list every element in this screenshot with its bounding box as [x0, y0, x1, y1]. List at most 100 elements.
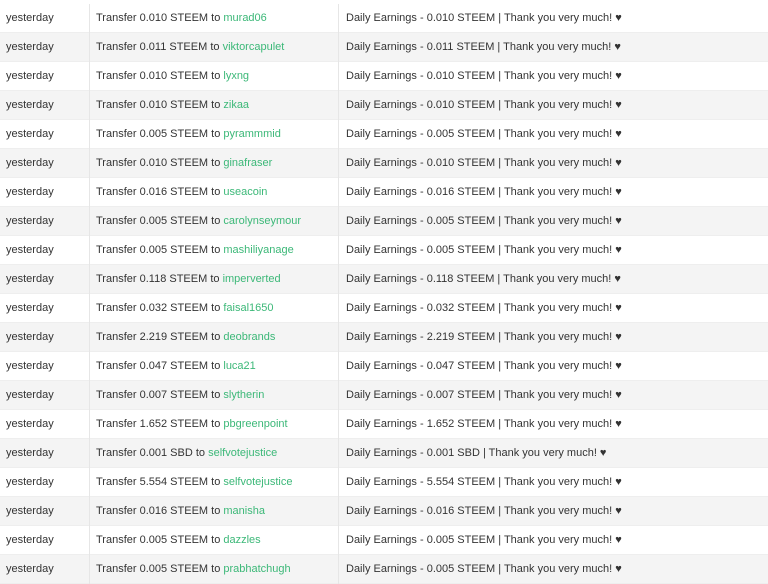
recipient-link[interactable]: useacoin [223, 186, 267, 198]
transfer-memo: Daily Earnings - 0.010 STEEM | Thank you… [346, 156, 622, 169]
transfer-amount-text: Transfer 0.010 STEEM to [96, 98, 224, 111]
table-row: yesterday Transfer 0.005 STEEM to carolyn… [0, 206, 768, 236]
transfer-date: yesterday [0, 293, 90, 323]
table-row: yesterday Transfer 1.652 STEEM to pbgreen… [0, 409, 768, 439]
recipient-link[interactable]: mashiliyanage [223, 244, 293, 256]
transfer-date: yesterday [0, 90, 90, 120]
transfer-date: yesterday [0, 525, 90, 555]
recipient-link[interactable]: carolynseymour [223, 215, 301, 227]
transfer-description: Transfer 0.007 STEEM to slytherin [90, 380, 339, 410]
recipient-link[interactable]: selfvotejustice [208, 447, 277, 459]
transfer-amount-text: Transfer 0.118 STEEM to [96, 272, 223, 285]
transfer-memo: Daily Earnings - 0.010 STEEM | Thank you… [346, 11, 622, 24]
transfer-memo: Daily Earnings - 0.010 STEEM | Thank you… [346, 69, 622, 82]
transfer-memo: Daily Earnings - 1.652 STEEM | Thank you… [346, 417, 622, 430]
transfer-memo: Daily Earnings - 0.005 STEEM | Thank you… [346, 127, 622, 140]
transfer-date: yesterday [0, 438, 90, 468]
table-row: yesterday Transfer 0.005 STEEM to mashili… [0, 235, 768, 265]
recipient-link[interactable]: imperverted [223, 273, 281, 285]
recipient-link[interactable]: manisha [223, 505, 265, 517]
table-row: yesterday Transfer 0.010 STEEM to murad06… [0, 3, 768, 33]
table-row: yesterday Transfer 0.118 STEEM to imperve… [0, 264, 768, 294]
transfer-description: Transfer 0.118 STEEM to imperverted [90, 264, 339, 294]
transfer-date: yesterday [0, 496, 90, 526]
transfer-description: Transfer 0.016 STEEM to manisha [90, 496, 339, 526]
transfer-amount-text: Transfer 0.011 STEEM to [96, 40, 223, 53]
transfer-description: Transfer 0.010 STEEM to murad06 [90, 3, 339, 33]
table-row: yesterday Transfer 0.016 STEEM to manisha… [0, 496, 768, 526]
transfer-amount-text: Transfer 0.032 STEEM to [96, 301, 224, 314]
recipient-link[interactable]: prabhatchugh [223, 563, 290, 575]
transfer-memo: Daily Earnings - 0.011 STEEM | Thank you… [346, 40, 621, 53]
transfer-date: yesterday [0, 61, 90, 91]
recipient-link[interactable]: murad06 [223, 12, 266, 24]
transfer-memo: Daily Earnings - 0.118 STEEM | Thank you… [346, 272, 621, 285]
table-row: yesterday Transfer 0.016 STEEM to useacoi… [0, 177, 768, 207]
table-row: yesterday Transfer 0.010 STEEM to lyxng Da… [0, 61, 768, 91]
recipient-link[interactable]: pbgreenpoint [223, 418, 287, 430]
transfer-date: yesterday [0, 177, 90, 207]
transfer-date: yesterday [0, 409, 90, 439]
transfer-date: yesterday [0, 322, 90, 352]
transfer-date: yesterday [0, 380, 90, 410]
transfer-amount-text: Transfer 0.016 STEEM to [96, 185, 224, 198]
transfer-description: Transfer 0.047 STEEM to luca21 [90, 351, 339, 381]
transfer-description: Transfer 0.001 SBD to selfvotejustice [90, 438, 339, 468]
recipient-link[interactable]: ginafraser [223, 157, 272, 169]
table-row: yesterday Transfer 2.219 STEEM to deobran… [0, 322, 768, 352]
transfer-description: Transfer 0.010 STEEM to lyxng [90, 61, 339, 91]
recipient-link[interactable]: faisal1650 [223, 302, 273, 314]
table-row: yesterday Transfer 5.554 STEEM to selfvot… [0, 467, 768, 497]
transfer-memo: Daily Earnings - 0.001 SBD | Thank you v… [346, 446, 607, 459]
transfer-description: Transfer 0.010 STEEM to ginafraser [90, 148, 339, 178]
table-row: yesterday Transfer 0.010 STEEM to ginafra… [0, 148, 768, 178]
transfer-date: yesterday [0, 235, 90, 265]
recipient-link[interactable]: pyrammmid [223, 128, 280, 140]
recipient-link[interactable]: zikaa [223, 99, 249, 111]
recipient-link[interactable]: dazzles [223, 534, 260, 546]
transfer-memo: Daily Earnings - 0.047 STEEM | Thank you… [346, 359, 622, 372]
table-row: yesterday Transfer 0.001 SBD to selfvotej… [0, 438, 768, 468]
transfer-description: Transfer 1.652 STEEM to pbgreenpoint [90, 409, 339, 439]
recipient-link[interactable]: selfvotejustice [223, 476, 292, 488]
transfer-description: Transfer 0.032 STEEM to faisal1650 [90, 293, 339, 323]
transfer-memo: Daily Earnings - 0.005 STEEM | Thank you… [346, 533, 622, 546]
transfer-description: Transfer 0.011 STEEM to viktorcapulet [90, 32, 339, 62]
table-row: yesterday Transfer 0.047 STEEM to luca21 D… [0, 351, 768, 381]
transfer-date: yesterday [0, 351, 90, 381]
transfer-description: Transfer 0.005 STEEM to pyrammmid [90, 119, 339, 149]
transfer-description: Transfer 0.005 STEEM to dazzles [90, 525, 339, 555]
transfer-amount-text: Transfer 0.005 STEEM to [96, 533, 224, 546]
transfer-memo: Daily Earnings - 0.032 STEEM | Thank you… [346, 301, 622, 314]
transfer-amount-text: Transfer 0.047 STEEM to [96, 359, 224, 372]
recipient-link[interactable]: slytherin [223, 389, 264, 401]
transfer-amount-text: Transfer 0.010 STEEM to [96, 11, 224, 24]
transfer-amount-text: Transfer 0.007 STEEM to [96, 388, 224, 401]
transfer-description: Transfer 0.005 STEEM to carolynseymour [90, 206, 339, 236]
recipient-link[interactable]: luca21 [223, 360, 255, 372]
table-row: yesterday Transfer 0.010 STEEM to zikaa Da… [0, 90, 768, 120]
transfer-memo: Daily Earnings - 0.010 STEEM | Thank you… [346, 98, 622, 111]
transfer-memo: Daily Earnings - 5.554 STEEM | Thank you… [346, 475, 622, 488]
transfer-description: Transfer 5.554 STEEM to selfvotejustice [90, 467, 339, 497]
transfer-amount-text: Transfer 0.005 STEEM to [96, 214, 224, 227]
transfer-memo: Daily Earnings - 0.016 STEEM | Thank you… [346, 185, 622, 198]
transfer-memo: Daily Earnings - 0.005 STEEM | Thank you… [346, 243, 622, 256]
transfer-description: Transfer 0.005 STEEM to mashiliyanage [90, 235, 339, 265]
transfer-amount-text: Transfer 0.010 STEEM to [96, 156, 224, 169]
transfer-date: yesterday [0, 206, 90, 236]
transfer-amount-text: Transfer 1.652 STEEM to [96, 417, 224, 430]
recipient-link[interactable]: lyxng [223, 70, 249, 82]
transfer-description: Transfer 0.005 STEEM to prabhatchugh [90, 554, 339, 584]
transfer-amount-text: Transfer 0.005 STEEM to [96, 127, 224, 140]
transfer-memo: Daily Earnings - 0.005 STEEM | Thank you… [346, 562, 622, 575]
recipient-link[interactable]: deobrands [223, 331, 275, 343]
transfer-date: yesterday [0, 32, 90, 62]
table-row: yesterday Transfer 0.011 STEEM to viktorc… [0, 32, 768, 62]
table-row: yesterday Transfer 0.005 STEEM to pyrammm… [0, 119, 768, 149]
transfer-amount-text: Transfer 5.554 STEEM to [96, 475, 224, 488]
transfer-description: Transfer 0.016 STEEM to useacoin [90, 177, 339, 207]
transfer-amount-text: Transfer 0.001 SBD to [96, 446, 209, 459]
recipient-link[interactable]: viktorcapulet [223, 41, 285, 53]
transfer-memo: Daily Earnings - 0.005 STEEM | Thank you… [346, 214, 622, 227]
